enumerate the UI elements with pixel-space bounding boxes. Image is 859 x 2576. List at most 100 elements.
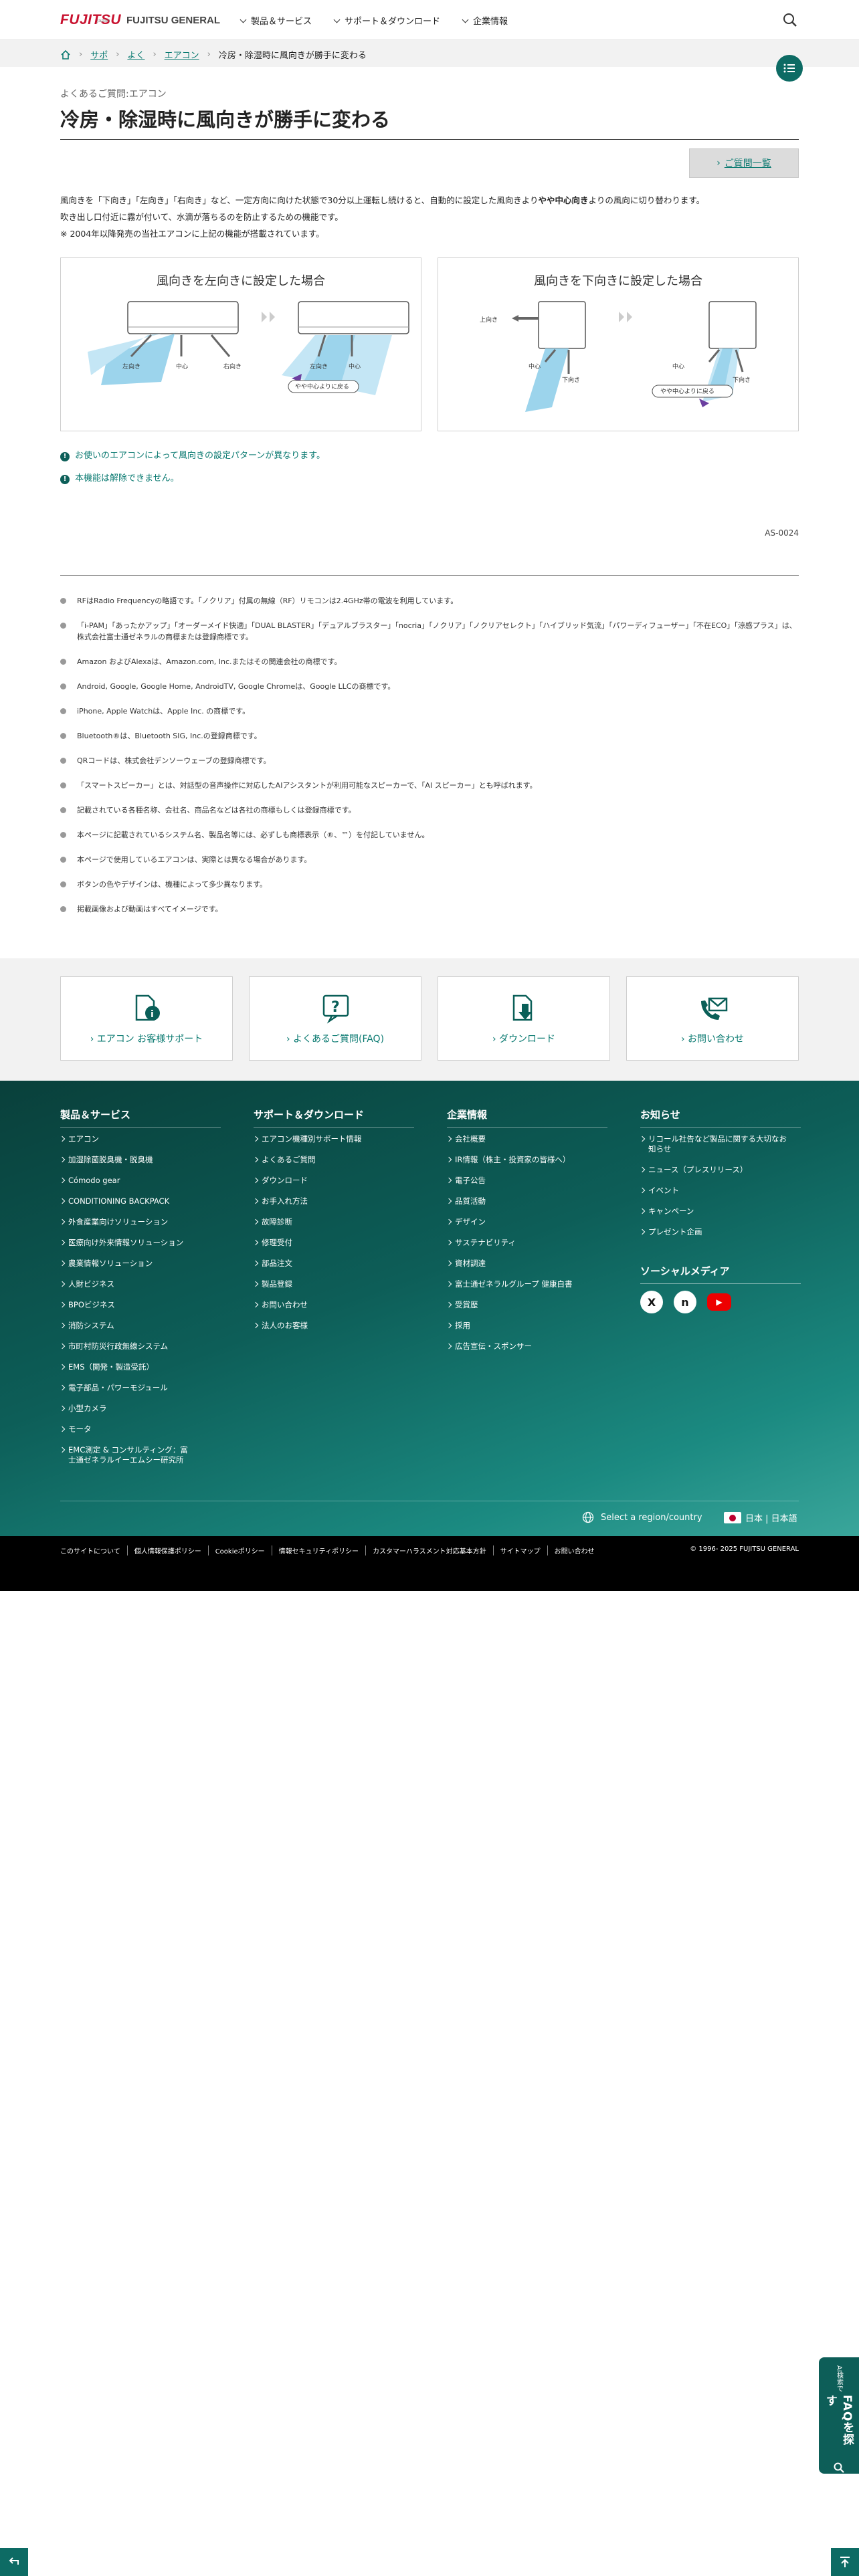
footer-link[interactable]: 部品注文 <box>254 1259 414 1269</box>
label-center: 中心 <box>176 362 188 370</box>
page-menu-button[interactable] <box>776 55 803 82</box>
footer-link[interactable]: 会社概要 <box>447 1134 607 1144</box>
trademark-item: Amazon およびAlexaは、Amazon.com, Inc.またはその関連… <box>60 656 799 667</box>
footer-link[interactable]: 修理受付 <box>254 1238 414 1248</box>
faq-list-label: ご質問一覧 <box>724 158 771 169</box>
logo-sub: Japan <box>97 18 110 23</box>
breadcrumb-link[interactable]: サポ <box>90 48 108 61</box>
footer-link[interactable]: Cómodo gear <box>60 1176 221 1186</box>
footer-link[interactable]: よくあるご質問 <box>254 1155 414 1165</box>
policy-link[interactable]: Cookieポリシー <box>207 1545 272 1555</box>
footer-link[interactable]: 農業情報ソリューション <box>60 1259 221 1269</box>
nav-products[interactable]: 製品＆サービス <box>240 14 312 27</box>
breadcrumb-link[interactable]: よく <box>127 48 145 61</box>
faq-list-button[interactable]: › ご質問一覧 <box>689 148 799 178</box>
ai-faq-search-tab[interactable]: AI検索で FAQを探す <box>819 2357 859 2474</box>
phone-mail-icon <box>701 997 728 1020</box>
footer-column-title: 製品＆サービス <box>60 1107 221 1128</box>
page-title: 冷房・除湿時に風向きが勝手に変わる <box>60 104 799 140</box>
support-card-aircon[interactable]: i › エアコン お客様サポート <box>60 976 233 1061</box>
exclamation-icon: ! <box>60 452 70 461</box>
footer-link[interactable]: 小型カメラ <box>60 1404 221 1414</box>
region-selector[interactable]: Select a region/country <box>582 1511 702 1523</box>
policy-link[interactable]: サイトマップ <box>492 1545 547 1555</box>
footer-column-company: 企業情報 会社概要 IR情報（株主・投資家の皆様へ） 電子公告 品質活動 デザイ… <box>447 1107 607 1362</box>
policy-link[interactable]: カスタマーハラスメント対応基本方針 <box>365 1545 493 1555</box>
footer-link[interactable]: ニュース（プレスリリース） <box>640 1165 801 1175</box>
download-icon <box>512 994 533 1021</box>
footer-link[interactable]: 医療向け外来情報ソリューション <box>60 1238 221 1248</box>
note-item: ! 本機能は解除できません。 <box>60 467 325 490</box>
footer-link[interactable]: EMS（開発・製造受託） <box>60 1362 221 1372</box>
footer-link[interactable]: 外食産業向けソリューション <box>60 1217 221 1227</box>
x-icon[interactable]: X <box>640 1291 663 1313</box>
trademark-item: Bluetooth®は、Bluetooth SIG, Inc.の登録商標です。 <box>60 730 799 742</box>
footer-link[interactable]: プレゼント企画 <box>640 1227 801 1237</box>
footer-link[interactable]: お手入れ方法 <box>254 1196 414 1206</box>
support-card-contact[interactable]: › お問い合わせ <box>626 976 799 1061</box>
footer-link[interactable]: 人財ビジネス <box>60 1279 221 1289</box>
footer-link[interactable]: ダウンロード <box>254 1176 414 1186</box>
support-card-faq[interactable]: ? › よくあるご質問(FAQ) <box>249 976 421 1061</box>
note-icon[interactable]: n <box>674 1291 696 1313</box>
footer-link[interactable]: 製品登録 <box>254 1279 414 1289</box>
footer-link[interactable]: 品質活動 <box>447 1196 607 1206</box>
footer-link[interactable]: エアコン機種別サポート情報 <box>254 1134 414 1144</box>
support-links: i › エアコン お客様サポート ? › よくあるご質問(FAQ) › ダウンロ… <box>0 958 859 1081</box>
logo-mark: FUJITSU <box>60 12 122 27</box>
language-current[interactable]: 日本 | 日本語 <box>724 1511 797 1524</box>
youtube-icon[interactable]: ▶ <box>707 1293 731 1311</box>
trademark-item: 「スマートスピーカー」とは、対話型の音声操作に対応したAIアシスタントが利用可能… <box>60 780 799 791</box>
footer-link[interactable]: IR情報（株主・投資家の皆様へ） <box>447 1155 607 1165</box>
footer-link[interactable]: 広告宣伝・スポンサー <box>447 1341 607 1352</box>
chevron-down-icon <box>240 16 247 23</box>
footer-link[interactable]: お問い合わせ <box>254 1300 414 1310</box>
airflow-down-illustration: 上向き 中心 下向き 中心 下向き やや中心よりに戻る <box>480 301 757 412</box>
footer-link[interactable]: 資材調達 <box>447 1259 607 1269</box>
footer-column-support: サポート＆ダウンロード エアコン機種別サポート情報 よくあるご質問 ダウンロード… <box>254 1107 414 1341</box>
footer-link[interactable]: 受賞歴 <box>447 1300 607 1310</box>
trademark-item: RFはRadio Frequencyの略語です。「ノクリア」付属の無線（RF）リ… <box>60 595 799 607</box>
footer-link[interactable]: 法人のお客様 <box>254 1321 414 1331</box>
footer-link[interactable]: CONDITIONING BACKPACK <box>60 1196 221 1206</box>
footer-link[interactable]: キャンペーン <box>640 1206 801 1216</box>
logo-text: FUJITSU GENERAL <box>126 14 221 26</box>
footer-link[interactable]: 電子公告 <box>447 1176 607 1186</box>
policy-link[interactable]: このサイトについて <box>60 1545 127 1555</box>
footer-link[interactable]: EMC測定 & コンサルティング：富士通ゼネラルイーエムシー研究所 <box>60 1445 194 1465</box>
policy-link[interactable]: 情報セキュリティポリシー <box>271 1545 365 1555</box>
nav-support[interactable]: サポート＆ダウンロード <box>333 14 440 27</box>
trademark-item: iPhone, Apple Watchは、Apple Inc. の商標です。 <box>60 706 799 717</box>
trademark-item: Android, Google, Google Home, AndroidTV,… <box>60 681 799 692</box>
nav-company[interactable]: 企業情報 <box>462 14 508 27</box>
footer-link[interactable]: BPOビジネス <box>60 1300 221 1310</box>
support-card-download[interactable]: › ダウンロード <box>438 976 610 1061</box>
policy-links: このサイトについて 個人情報保護ポリシー Cookieポリシー 情報セキュリティ… <box>60 1545 601 1555</box>
footer-link[interactable]: イベント <box>640 1186 801 1196</box>
footer-link[interactable]: 採用 <box>447 1321 607 1331</box>
footer-column-news: お知らせ リコール社告など製品に関する大切なお知らせ ニュース（プレスリリース）… <box>640 1107 801 1313</box>
site-logo[interactable]: FUJITSU FUJITSU GENERAL <box>60 9 220 31</box>
footer-link[interactable]: 電子部品・パワーモジュール <box>60 1383 221 1393</box>
footer-link[interactable]: サステナビリティ <box>447 1238 607 1248</box>
policy-link[interactable]: 個人情報保護ポリシー <box>126 1545 208 1555</box>
footer-link[interactable]: モータ <box>60 1424 221 1434</box>
search-icon[interactable] <box>781 11 799 29</box>
policy-link[interactable]: お問い合わせ <box>547 1545 601 1555</box>
footer-link[interactable]: リコール社告など製品に関する大切なお知らせ <box>640 1134 787 1154</box>
footer-link[interactable]: 富士通ゼネラルグループ 健康白書 <box>447 1279 607 1289</box>
footer-link[interactable]: 故障診断 <box>254 1217 414 1227</box>
footer-link[interactable]: 加湿除菌脱臭機・脱臭機 <box>60 1155 221 1165</box>
footer-column-title: 企業情報 <box>447 1107 607 1128</box>
footer-link[interactable]: デザイン <box>447 1217 607 1227</box>
trademark-item: QRコードは、株式会社デンソーウェーブの登録商標です。 <box>60 755 799 766</box>
page-top-button[interactable] <box>831 2548 859 2576</box>
footer-link[interactable]: 消防システム <box>60 1321 221 1331</box>
label-center: 中心 <box>672 362 684 370</box>
breadcrumb-link[interactable]: エアコン <box>165 48 199 61</box>
footer-link[interactable]: エアコン <box>60 1134 221 1144</box>
back-button[interactable] <box>0 2548 28 2576</box>
footer-link[interactable]: 市町村防災行政無線システム <box>60 1341 221 1352</box>
home-icon[interactable] <box>60 49 71 60</box>
answer-text-part: よりの風向に切り替わります。 <box>588 195 705 205</box>
